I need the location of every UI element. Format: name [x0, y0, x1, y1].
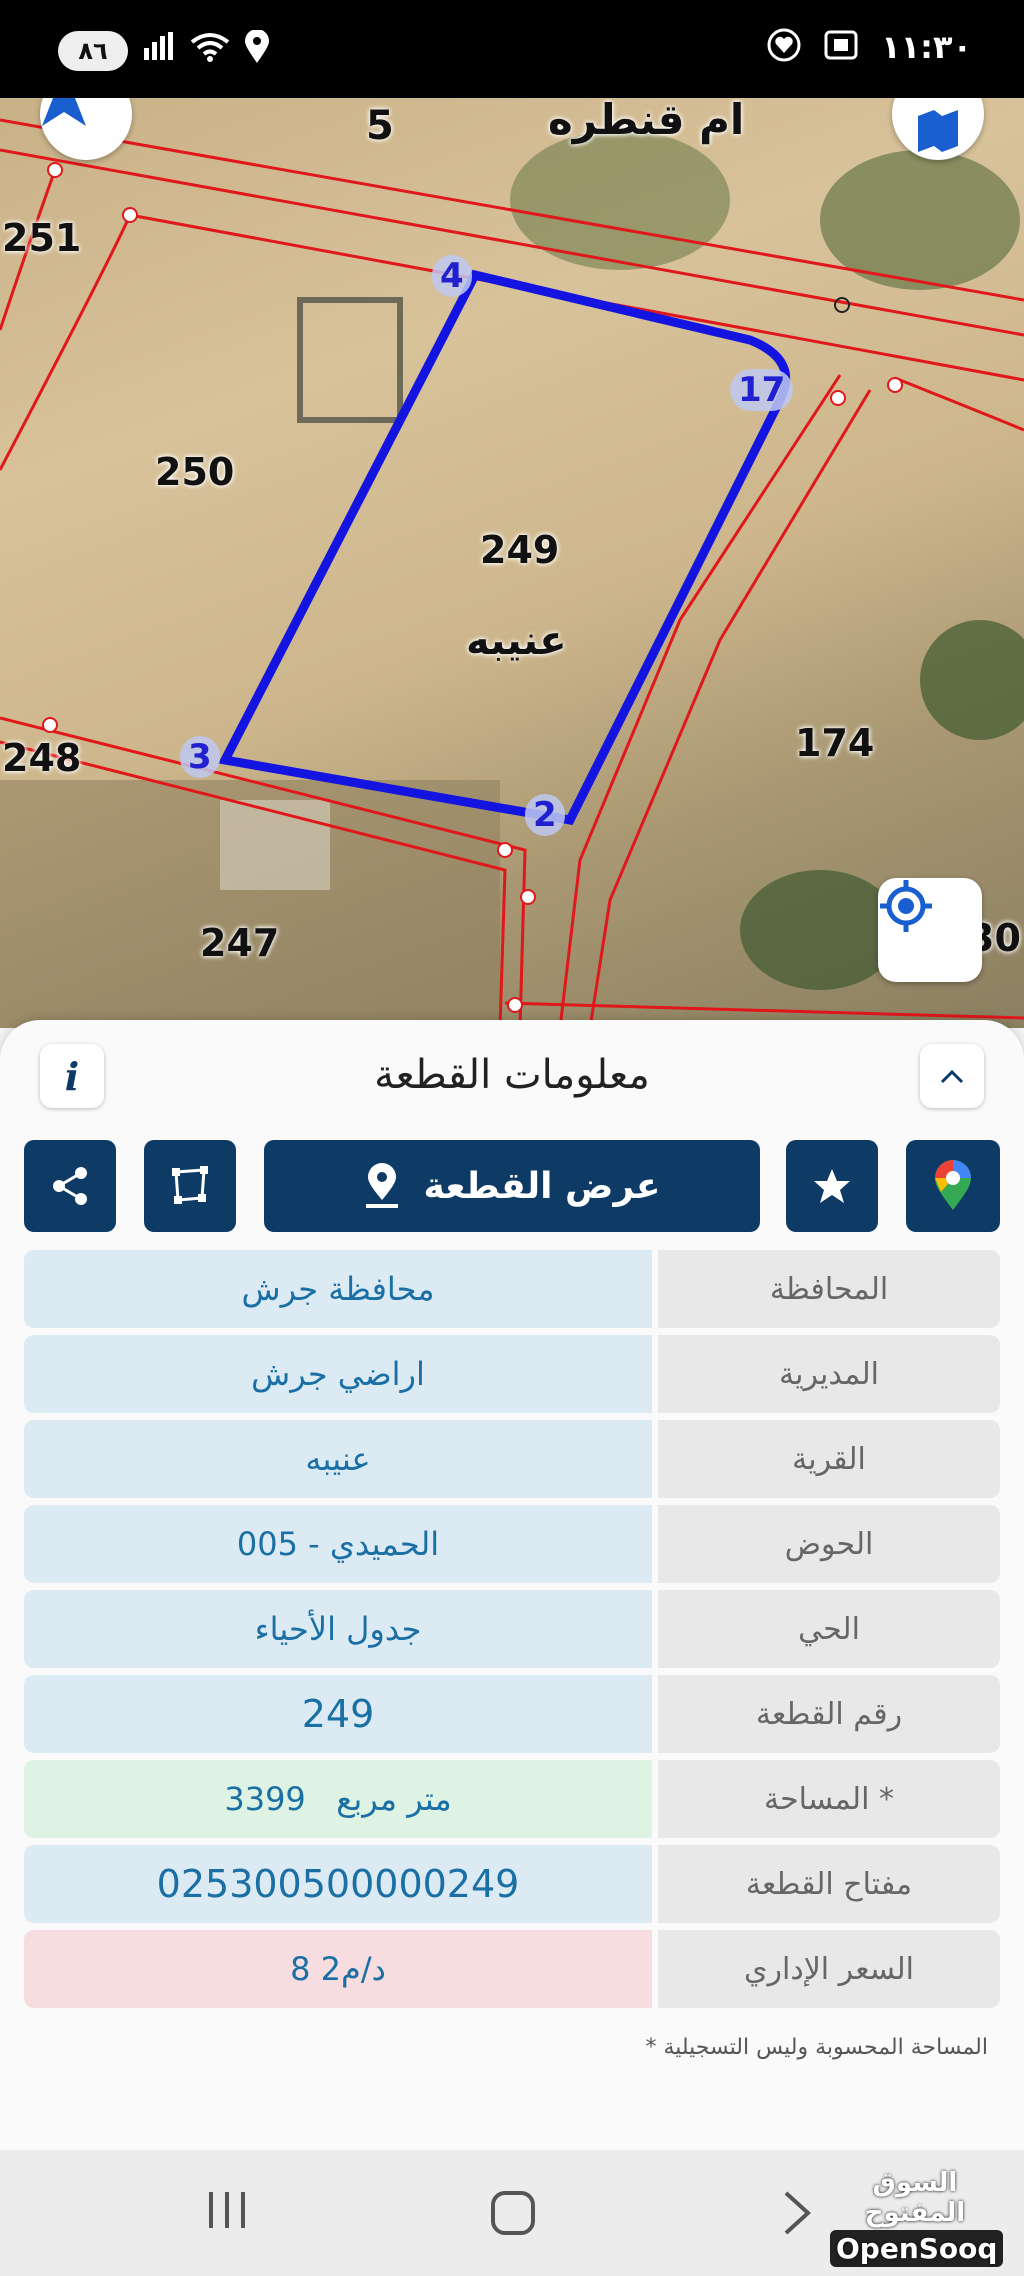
sheet-title: معلومات القطعة: [374, 1052, 650, 1098]
village-map-label: عنيبه: [466, 618, 567, 664]
screen-record-icon: [823, 29, 859, 65]
row-key: السعر الإداري: [658, 1930, 1000, 2008]
chevron-right-icon: [784, 2191, 811, 2235]
vertex-4: 4: [432, 255, 472, 297]
table-row: اراضي جرش المديرية: [24, 1335, 1000, 1413]
back-button[interactable]: [782, 2190, 812, 2247]
share-icon: [53, 1167, 87, 1205]
google-maps-icon: [935, 1160, 971, 1210]
row-value: عنيبه: [24, 1420, 652, 1498]
battery-indicator: ٨٦: [58, 30, 128, 71]
table-row: عنيبه القرية: [24, 1420, 1000, 1498]
recent-apps-button[interactable]: [205, 2190, 249, 2241]
show-parcel-label: عرض القطعة: [423, 1165, 661, 1207]
parcel-label-248: 248: [2, 736, 82, 780]
row-key: المحافظة: [658, 1250, 1000, 1328]
table-row: 3399 متر مربع المساحة *: [24, 1760, 1000, 1838]
map-pin-icon: [365, 1163, 398, 1208]
row-value: الحميدي - 005: [24, 1505, 652, 1583]
parcel-label-174: 174: [795, 721, 875, 765]
parcel-label-251: 251: [2, 216, 82, 260]
row-key: مفتاح القطعة: [658, 1845, 1000, 1923]
vertex-2: 2: [525, 794, 565, 836]
table-row: الحميدي - 005 الحوض: [24, 1505, 1000, 1583]
area-footnote: * المساحة المحسوبة وليس التسجيلية: [645, 2035, 988, 2060]
vertex-17: 17: [730, 369, 794, 411]
collapse-button[interactable]: [920, 1044, 984, 1108]
row-value: 3399 متر مربع: [24, 1760, 652, 1838]
row-key: المساحة *: [658, 1760, 1000, 1838]
parcel-label-250: 250: [155, 450, 235, 494]
north-arrow-icon: [42, 98, 86, 126]
area-name-label: ام قنطره: [548, 98, 745, 144]
wifi-icon: [190, 32, 230, 69]
table-row: 8 د/م2 السعر الإداري: [24, 1930, 1000, 2008]
row-value: محافظة جرش: [24, 1250, 652, 1328]
layers-button[interactable]: [892, 98, 984, 160]
favorite-button[interactable]: [786, 1140, 878, 1232]
chevron-up-icon: [940, 1069, 964, 1084]
crosshair-icon: [880, 880, 932, 932]
row-value: 249: [24, 1675, 652, 1753]
row-value: 8 د/م2: [24, 1930, 652, 2008]
table-row: محافظة جرش المحافظة: [24, 1250, 1000, 1328]
vertex-3: 3: [180, 736, 220, 778]
table-row: جدول الأحياء الحي: [24, 1590, 1000, 1668]
polygon-icon: [172, 1166, 208, 1204]
row-key: الحي: [658, 1590, 1000, 1668]
table-row: 249 رقم القطعة: [24, 1675, 1000, 1753]
heart-icon: [767, 28, 801, 66]
map-layers-icon: [918, 110, 958, 152]
row-value: 025300500000249: [24, 1845, 652, 1923]
star-icon: [814, 1169, 850, 1203]
parcel-label-247: 247: [200, 921, 280, 965]
signal-icon: [142, 32, 176, 69]
watermark-english: OpenSooq: [830, 2230, 1004, 2267]
parcel-info-sheet: i معلومات القطعة عرض القطعة محافظة جرش ا…: [0, 1020, 1024, 2150]
row-key: المديرية: [658, 1335, 1000, 1413]
watermark-arabic: السوق المفتوح: [864, 2168, 966, 2228]
row-value: اراضي جرش: [24, 1335, 652, 1413]
row-key: الحوض: [658, 1505, 1000, 1583]
parcel-label-249: 249: [480, 528, 560, 572]
table-row: 025300500000249 مفتاح القطعة: [24, 1845, 1000, 1923]
clock: ١١:٣٠: [881, 28, 972, 66]
google-maps-button[interactable]: [906, 1140, 1000, 1232]
parcel-label-5: 5: [366, 103, 394, 149]
location-icon: [244, 29, 270, 71]
parcel-info-table: محافظة جرش المحافظة اراضي جرش المديرية ع…: [24, 1250, 1000, 2015]
map-view[interactable]: ام قنطره 5 251 250 249 248 247 174 30 عن…: [0, 98, 1024, 1028]
show-parcel-button[interactable]: عرض القطعة: [264, 1140, 760, 1232]
row-key: القرية: [658, 1420, 1000, 1498]
status-bar: ٨٦ ١١:٣٠: [0, 0, 1024, 98]
my-location-button[interactable]: [878, 878, 982, 982]
row-value: جدول الأحياء: [24, 1590, 652, 1668]
recents-icon: [209, 2192, 245, 2228]
home-icon: [491, 2191, 535, 2235]
home-button[interactable]: [490, 2190, 536, 2247]
measure-button[interactable]: [144, 1140, 236, 1232]
share-button[interactable]: [24, 1140, 116, 1232]
opensooq-watermark: السوق المفتوح OpenSooq: [830, 2168, 1004, 2267]
row-key: رقم القطعة: [658, 1675, 1000, 1753]
